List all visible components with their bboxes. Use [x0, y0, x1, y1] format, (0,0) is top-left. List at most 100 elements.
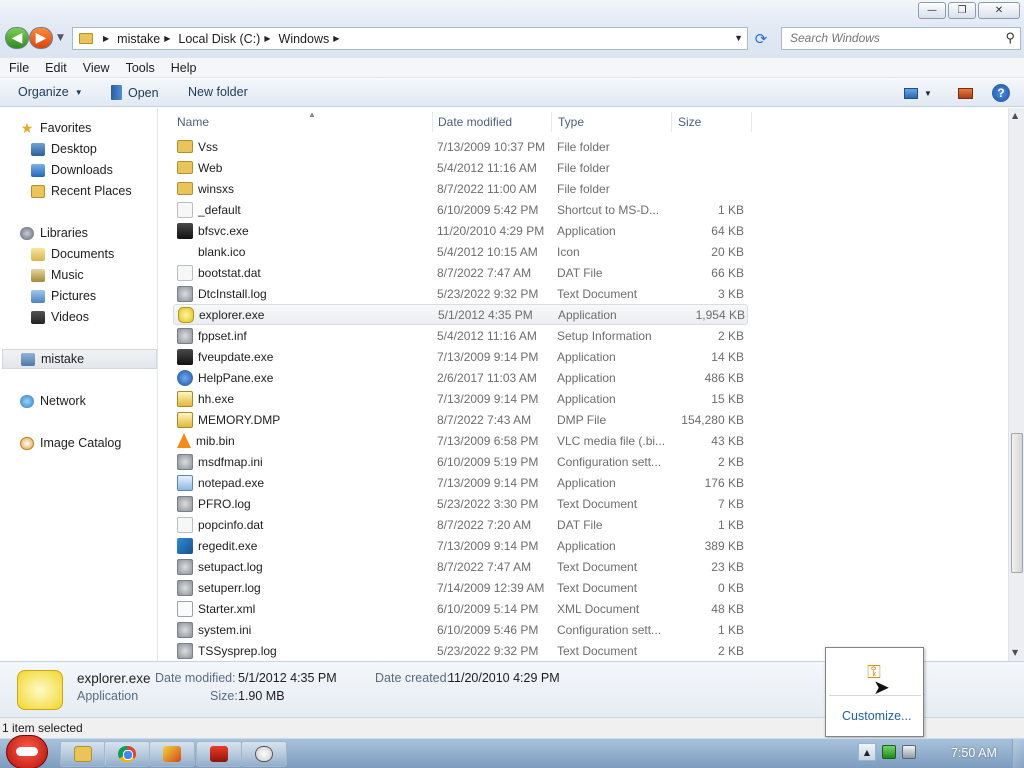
breadcrumb-folder[interactable]: Windows: [279, 32, 330, 46]
close-button[interactable]: ✕: [978, 2, 1020, 19]
file-row[interactable]: explorer.exe 5/1/2012 4:35 PM Application 1…: [173, 304, 748, 325]
file-row[interactable]: HelpPane.exe 2/6/2017 11:03 AM Application…: [173, 367, 748, 388]
column-header-date[interactable]: Date modified: [432, 112, 552, 132]
nav-music[interactable]: Music: [31, 265, 84, 285]
file-name: setupact.log: [198, 559, 263, 574]
file-row[interactable]: mib.bin 7/13/2009 6:58 PM VLC media file (…: [173, 430, 748, 451]
file-type: Text Document: [557, 643, 638, 658]
sort-up-icon: ▲: [308, 110, 316, 119]
column-header-size[interactable]: Size: [672, 112, 752, 132]
nav-desktop[interactable]: Desktop: [31, 139, 97, 159]
file-row[interactable]: Web 5/4/2012 11:16 AM File folder: [173, 157, 748, 178]
view-options-button[interactable]: ▼: [900, 83, 936, 103]
file-row[interactable]: hh.exe 7/13/2009 9:14 PM Application 15 KB: [173, 388, 748, 409]
chevron-right-icon[interactable]: ▶: [103, 34, 109, 43]
start-button[interactable]: [6, 735, 48, 768]
menu-file[interactable]: File: [0, 61, 36, 75]
file-row[interactable]: MEMORY.DMP 8/7/2022 7:43 AM DMP File 154,28…: [173, 409, 748, 430]
file-name: DtcInstall.log: [198, 286, 267, 301]
nav-downloads[interactable]: Downloads: [31, 160, 113, 180]
nav-image-catalog[interactable]: Image Catalog: [20, 433, 121, 453]
scroll-down-icon[interactable]: ▼: [1012, 648, 1018, 657]
show-hidden-icons-button[interactable]: ▲: [858, 743, 876, 761]
nav-network[interactable]: Network: [20, 391, 86, 411]
breadcrumb-drive[interactable]: Local Disk (C:): [178, 32, 260, 46]
taskbar-chrome[interactable]: [104, 741, 150, 767]
search-input[interactable]: [790, 31, 990, 45]
file-row[interactable]: system.ini 6/10/2009 5:46 PM Configuration…: [173, 619, 748, 640]
nav-libraries[interactable]: Libraries: [20, 223, 88, 243]
file-name-cell: bootstat.dat: [177, 264, 261, 281]
file-row[interactable]: TSSysprep.log 5/23/2022 9:32 PM Text Docum…: [173, 640, 748, 661]
chevron-down-icon[interactable]: ▼: [734, 33, 743, 43]
preview-pane-button[interactable]: [956, 83, 974, 103]
forward-button[interactable]: ▶: [29, 27, 53, 49]
file-row[interactable]: blank.ico 5/4/2012 10:15 AM Icon 20 KB: [173, 241, 748, 262]
open-button[interactable]: Open: [111, 85, 159, 100]
minimize-button[interactable]: —: [918, 2, 946, 19]
file-row[interactable]: fveupdate.exe 7/13/2009 9:14 PM Applicatio…: [173, 346, 748, 367]
vertical-scrollbar[interactable]: ▲ ▼: [1008, 108, 1024, 661]
maximize-button[interactable]: ❐: [948, 2, 976, 19]
file-row[interactable]: setupact.log 8/7/2022 7:47 AM Text Documen…: [173, 556, 748, 577]
file-row[interactable]: msdfmap.ini 6/10/2009 5:19 PM Configuratio…: [173, 451, 748, 472]
file-row[interactable]: regedit.exe 7/13/2009 9:14 PM Application 3…: [173, 535, 748, 556]
column-header-name[interactable]: Name ▲: [171, 110, 433, 132]
taskbar-paint[interactable]: [149, 741, 195, 767]
volume-icon[interactable]: [902, 745, 916, 759]
back-button[interactable]: ◀: [5, 27, 29, 49]
new-folder-button[interactable]: New folder: [188, 85, 248, 99]
menu-tools[interactable]: Tools: [117, 61, 162, 75]
menu-view[interactable]: View: [74, 61, 117, 75]
file-row[interactable]: notepad.exe 7/13/2009 9:14 PM Application 1…: [173, 472, 748, 493]
taskbar-app[interactable]: [196, 741, 242, 767]
file-row[interactable]: _default 6/10/2009 5:42 PM Shortcut to MS-…: [173, 199, 748, 220]
recent-pages-icon[interactable]: ▼: [57, 33, 64, 43]
title-bar: — ❐ ✕: [0, 0, 1024, 24]
file-row[interactable]: setuperr.log 7/14/2009 12:39 AM Text Docum…: [173, 577, 748, 598]
chevron-right-icon[interactable]: ▶: [264, 34, 270, 43]
file-row[interactable]: DtcInstall.log 5/23/2022 9:32 PM Text Docu…: [173, 283, 748, 304]
file-row[interactable]: PFRO.log 5/23/2022 3:30 PM Text Document 7 …: [173, 493, 748, 514]
nav-pictures[interactable]: Pictures: [31, 286, 96, 306]
organize-button[interactable]: Organize ▼: [18, 85, 83, 99]
menu-help[interactable]: Help: [162, 61, 204, 75]
file-row[interactable]: Vss 7/13/2009 10:37 PM File folder: [173, 136, 748, 157]
chevron-right-icon[interactable]: ▶: [164, 34, 170, 43]
menu-edit[interactable]: Edit: [36, 61, 74, 75]
file-row[interactable]: popcinfo.dat 8/7/2022 7:20 AM DAT File 1 KB: [173, 514, 748, 535]
customize-link[interactable]: Customize...: [842, 709, 911, 723]
taskbar-search-app[interactable]: [241, 741, 287, 767]
file-row[interactable]: Starter.xml 6/10/2009 5:14 PM XML Document…: [173, 598, 748, 619]
nav-videos[interactable]: Videos: [31, 307, 89, 327]
file-date: 8/7/2022 7:43 AM: [437, 412, 532, 427]
scroll-up-icon[interactable]: ▲: [1012, 111, 1018, 120]
search-icon[interactable]: ⚲: [1005, 30, 1015, 46]
show-desktop-button[interactable]: [1012, 739, 1024, 768]
nav-homegroup[interactable]: mistake: [2, 349, 157, 369]
file-size: 2 KB: [717, 643, 744, 658]
file-type: Shortcut to MS-D...: [557, 202, 660, 217]
nav-recent-places[interactable]: Recent Places: [31, 181, 132, 201]
file-row[interactable]: winsxs 8/7/2022 11:00 AM File folder: [173, 178, 748, 199]
refresh-icon[interactable]: ⟳: [751, 29, 771, 49]
file-row[interactable]: bfsvc.exe 11/20/2010 4:29 PM Application 64…: [173, 220, 748, 241]
taskbar-explorer[interactable]: [60, 741, 106, 767]
help-button[interactable]: ?: [991, 83, 1011, 103]
file-name-cell: fveupdate.exe: [177, 348, 273, 365]
address-bar[interactable]: ▶ mistake ▶ Local Disk (C:) ▶ Windows ▶ …: [72, 27, 748, 50]
file-type: File folder: [557, 160, 610, 175]
file-row[interactable]: bootstat.dat 8/7/2022 7:47 AM DAT File 66 K…: [173, 262, 748, 283]
scroll-thumb[interactable]: [1011, 433, 1023, 573]
file-row[interactable]: fppset.inf 5/4/2012 11:16 AM Setup Informa…: [173, 325, 748, 346]
clock[interactable]: 7:50 AM: [951, 746, 997, 760]
details-file-name: explorer.exe: [77, 671, 151, 686]
nav-documents[interactable]: Documents: [31, 244, 114, 264]
chevron-right-icon[interactable]: ▶: [333, 34, 339, 43]
downloads-icon: [31, 163, 45, 177]
breadcrumb-computer[interactable]: mistake: [117, 32, 160, 46]
column-header-type[interactable]: Type: [552, 112, 672, 132]
image-catalog-icon: [20, 436, 34, 450]
tray-app-icon[interactable]: [882, 745, 896, 759]
nav-favorites[interactable]: ★ Favorites: [20, 118, 92, 138]
